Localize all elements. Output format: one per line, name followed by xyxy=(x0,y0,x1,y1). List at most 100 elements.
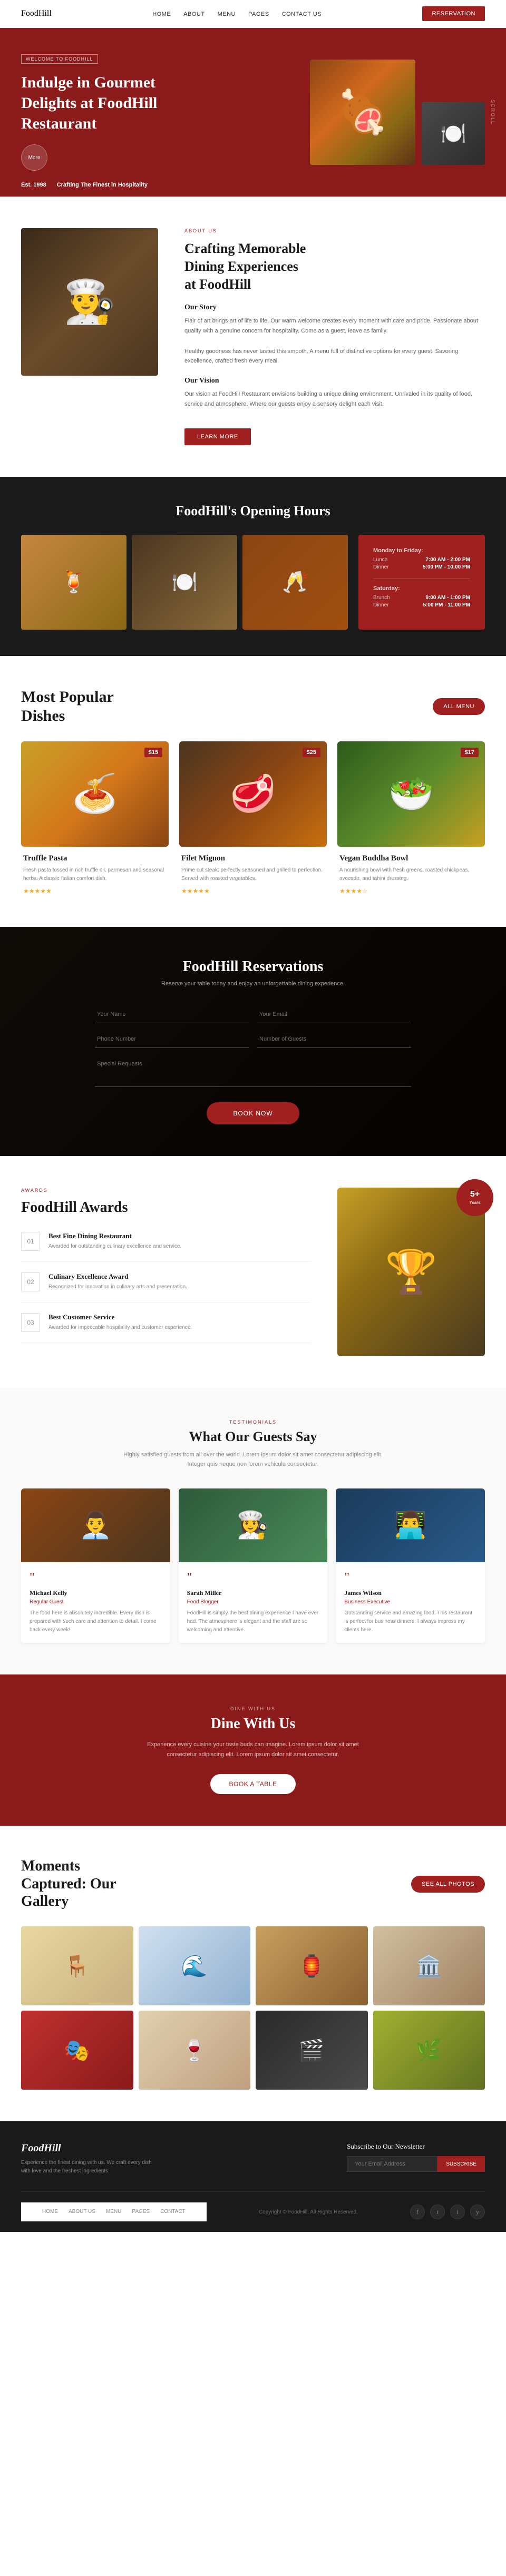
about-label: About Us xyxy=(184,228,485,233)
email-input[interactable] xyxy=(257,1006,411,1023)
dine-title: Dine With Us xyxy=(21,1716,485,1732)
reservations-section: FoodHill Reservations Reserve your table… xyxy=(0,927,506,1156)
hours-image-3: 🥂 xyxy=(242,535,348,630)
hours-content: 🍹 🍽️ 🥂 Monday to Friday: Lunch 7:00 AM -… xyxy=(21,535,485,630)
guests-input[interactable] xyxy=(257,1031,411,1048)
awards-title: FoodHill Awards xyxy=(21,1199,311,1216)
about-vision-text: Our vision at FoodHill Restaurant envisi… xyxy=(184,389,485,409)
about-story-text2: Healthy goodness has never tasted this s… xyxy=(184,347,485,366)
learn-more-button[interactable]: Learn More xyxy=(184,428,251,445)
nav-pages[interactable]: Pages xyxy=(248,11,269,17)
newsletter-input[interactable] xyxy=(347,2156,437,2172)
gallery-title: Moments Captured: Our Gallery xyxy=(21,1857,137,1911)
reservations-subtitle: Reserve your table today and enjoy an un… xyxy=(21,981,485,987)
hero-section: Welcome to FoodHill Indulge in Gourmet D… xyxy=(0,28,506,197)
subscribe-button[interactable]: Subscribe xyxy=(437,2156,485,2172)
hero-more-button[interactable]: More xyxy=(21,144,47,171)
footer-nav-menu[interactable]: Menu xyxy=(106,2209,121,2215)
gallery-item-7: 🌿 xyxy=(373,2011,485,2090)
phone-input[interactable] xyxy=(95,1031,249,1048)
youtube-icon[interactable]: y xyxy=(470,2205,485,2219)
dish-info-0: Truffle Pasta Fresh pasta tossed in rich… xyxy=(21,847,169,895)
test-body-1: " Sarah Miller Food Blogger FoodHill is … xyxy=(179,1562,328,1643)
gallery-item-0: 🪑 xyxy=(21,1926,133,2005)
nav-about[interactable]: About xyxy=(183,11,205,17)
navigation: FoodHill Home About Menu Pages Contact U… xyxy=(0,0,506,28)
dish-desc-0: Fresh pasta tossed in rich truffle oil, … xyxy=(23,866,167,883)
hero-stat-est: Est. 1998 xyxy=(21,182,46,188)
dish-price-0: $15 xyxy=(144,748,162,757)
footer-nav-home[interactable]: Home xyxy=(42,2209,58,2215)
dinner-row: Dinner 5:00 PM - 10:00 PM xyxy=(373,564,470,570)
brunch-time: 9:00 AM - 1:00 PM xyxy=(425,595,470,601)
award-item-1: 02 Culinary Excellence Award Recognized … xyxy=(21,1272,311,1302)
footer-bottom: Home About Us Menu Pages Contact Copyrig… xyxy=(21,2191,485,2221)
test-card-0: 👨‍💼 " Michael Kelly Regular Guest The fo… xyxy=(21,1488,170,1643)
special-requests-input[interactable] xyxy=(95,1055,411,1087)
hours-title: FoodHill's Opening Hours xyxy=(21,503,485,519)
footer: FoodHill Experience the finest dining wi… xyxy=(0,2121,506,2232)
dish-name-1: Filet Mignon xyxy=(181,854,325,863)
test-card-2: 👨‍💻 " James Wilson Business Executive Ou… xyxy=(336,1488,485,1643)
see-all-photos-button[interactable]: See All Photos xyxy=(411,1876,485,1893)
footer-social: f t i y xyxy=(410,2205,485,2219)
test-role-1: Food Blogger xyxy=(187,1599,319,1605)
award-num-1: 02 xyxy=(21,1272,40,1291)
nav-menu[interactable]: Menu xyxy=(218,11,236,17)
test-role-2: Business Executive xyxy=(344,1599,476,1605)
footer-description: Experience the finest dining with us. We… xyxy=(21,2159,158,2176)
gallery-grid: 🪑 🌊 🏮 🏛️ 🎭 🍷 🎬 🌿 xyxy=(21,1926,485,2090)
award-title-1: Culinary Excellence Award xyxy=(48,1272,187,1281)
hours-image-1: 🍹 xyxy=(21,535,126,630)
facebook-icon[interactable]: f xyxy=(410,2205,425,2219)
reservations-title: FoodHill Reservations xyxy=(21,958,485,975)
dish-info-1: Filet Mignon Prime cut steak, perfectly … xyxy=(179,847,327,895)
dish-desc-1: Prime cut steak, perfectly seasoned and … xyxy=(181,866,325,883)
footer-nav-pages[interactable]: Pages xyxy=(132,2209,150,2215)
dish-image-1: 🥩 $25 xyxy=(179,741,327,847)
dish-image-0: 🍝 $15 xyxy=(21,741,169,847)
hours-images: 🍹 🍽️ 🥂 xyxy=(21,535,348,630)
instagram-icon[interactable]: i xyxy=(450,2205,465,2219)
award-num-2: 03 xyxy=(21,1313,40,1332)
name-input[interactable] xyxy=(95,1006,249,1023)
reservation-button[interactable]: Reservation xyxy=(422,6,485,21)
nav-logo: FoodHill xyxy=(21,9,52,18)
test-image-1: 👩‍🍳 xyxy=(179,1488,328,1562)
testimonials-title: What Our Guests Say xyxy=(21,1429,485,1445)
weekdays-label: Monday to Friday: xyxy=(373,547,470,554)
award-text-0: Best Fine Dining Restaurant Awarded for … xyxy=(48,1232,181,1251)
lunch-label: Lunch xyxy=(373,557,387,563)
dish-info-2: Vegan Buddha Bowl A nourishing bowl with… xyxy=(337,847,485,895)
footer-logo: FoodHill xyxy=(21,2142,158,2154)
book-table-button[interactable]: Book A Table xyxy=(210,1774,296,1794)
test-name-1: Sarah Miller xyxy=(187,1589,319,1597)
nav-contact[interactable]: Contact Us xyxy=(282,11,322,17)
dish-price-2: $17 xyxy=(461,748,479,757)
award-desc-2: Awarded for impeccable hospitality and c… xyxy=(48,1324,192,1332)
awards-badge: 5+ Years xyxy=(456,1179,493,1216)
book-now-button[interactable]: Book Now xyxy=(207,1102,299,1124)
dine-label: Dine With Us xyxy=(21,1706,485,1711)
hero-content: Welcome to FoodHill Indulge in Gourmet D… xyxy=(21,54,310,171)
test-text-0: The food here is absolutely incredible. … xyxy=(30,1609,162,1634)
footer-nav-contact[interactable]: Contact xyxy=(160,2209,186,2215)
hero-stats: Est. 1998 Crafting The Finest in Hospita… xyxy=(21,182,148,188)
hero-heading: Indulge in Gourmet Delights at FoodHill … xyxy=(21,72,200,134)
hero-badge: Welcome to FoodHill xyxy=(21,54,98,64)
footer-nav-about[interactable]: About Us xyxy=(69,2209,95,2215)
twitter-icon[interactable]: t xyxy=(430,2205,445,2219)
awards-label: Awards xyxy=(21,1188,311,1193)
nav-links: Home About Menu Pages Contact Us xyxy=(152,9,322,18)
dinner-sat-time: 5:00 PM - 11:00 PM xyxy=(423,602,470,608)
testimonials-label: Testimonials xyxy=(21,1419,485,1425)
about-vision-title: Our Vision xyxy=(184,377,485,385)
testimonials-section: Testimonials What Our Guests Say Highly … xyxy=(0,1388,506,1674)
saturday-hours: Saturday: Brunch 9:00 AM - 1:00 PM Dinne… xyxy=(373,585,470,608)
saturday-label: Saturday: xyxy=(373,585,470,592)
dinner-sat-row: Dinner 5:00 PM - 11:00 PM xyxy=(373,602,470,608)
nav-home[interactable]: Home xyxy=(152,11,171,17)
all-menu-button[interactable]: All Menu xyxy=(433,698,485,715)
footer-newsletter: Subscribe to Our Newsletter Subscribe xyxy=(347,2142,485,2172)
testimonials-grid: 👨‍💼 " Michael Kelly Regular Guest The fo… xyxy=(21,1488,485,1643)
